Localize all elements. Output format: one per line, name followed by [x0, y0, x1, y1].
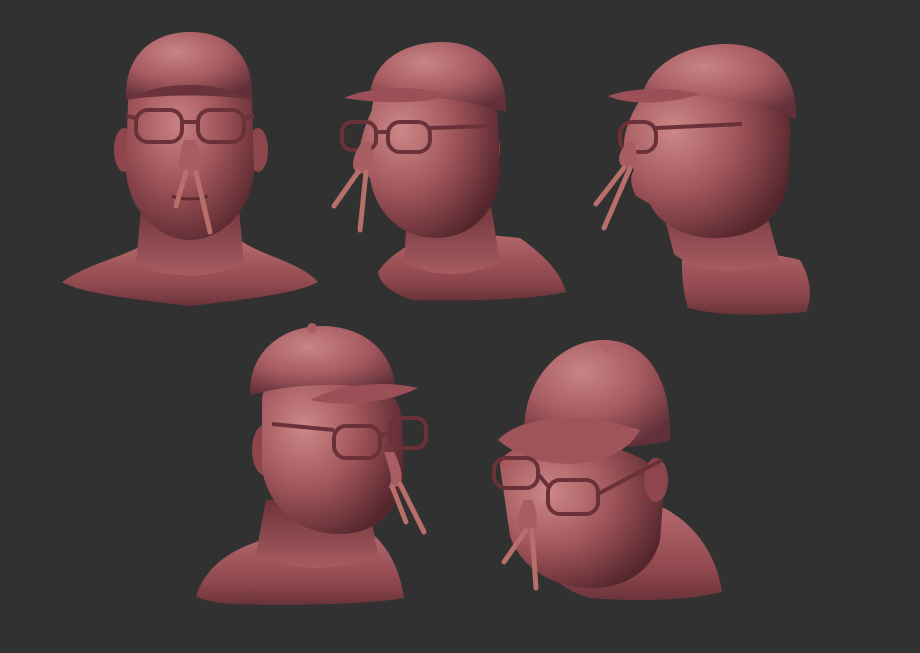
three-quarter-left-view: [331, 42, 566, 301]
nose-sticks: [331, 169, 369, 233]
render-scene: [62, 32, 810, 605]
front-view: [62, 32, 318, 306]
cap-button: [600, 340, 612, 352]
sculpt-render-canvas: [0, 0, 920, 653]
nose: [353, 142, 373, 174]
three-quarter-right-low-view: [196, 323, 428, 605]
top-down-view: [492, 340, 722, 600]
profile-left-view: [593, 44, 810, 315]
nose-sticks: [593, 165, 633, 231]
cap-button: [307, 323, 317, 333]
